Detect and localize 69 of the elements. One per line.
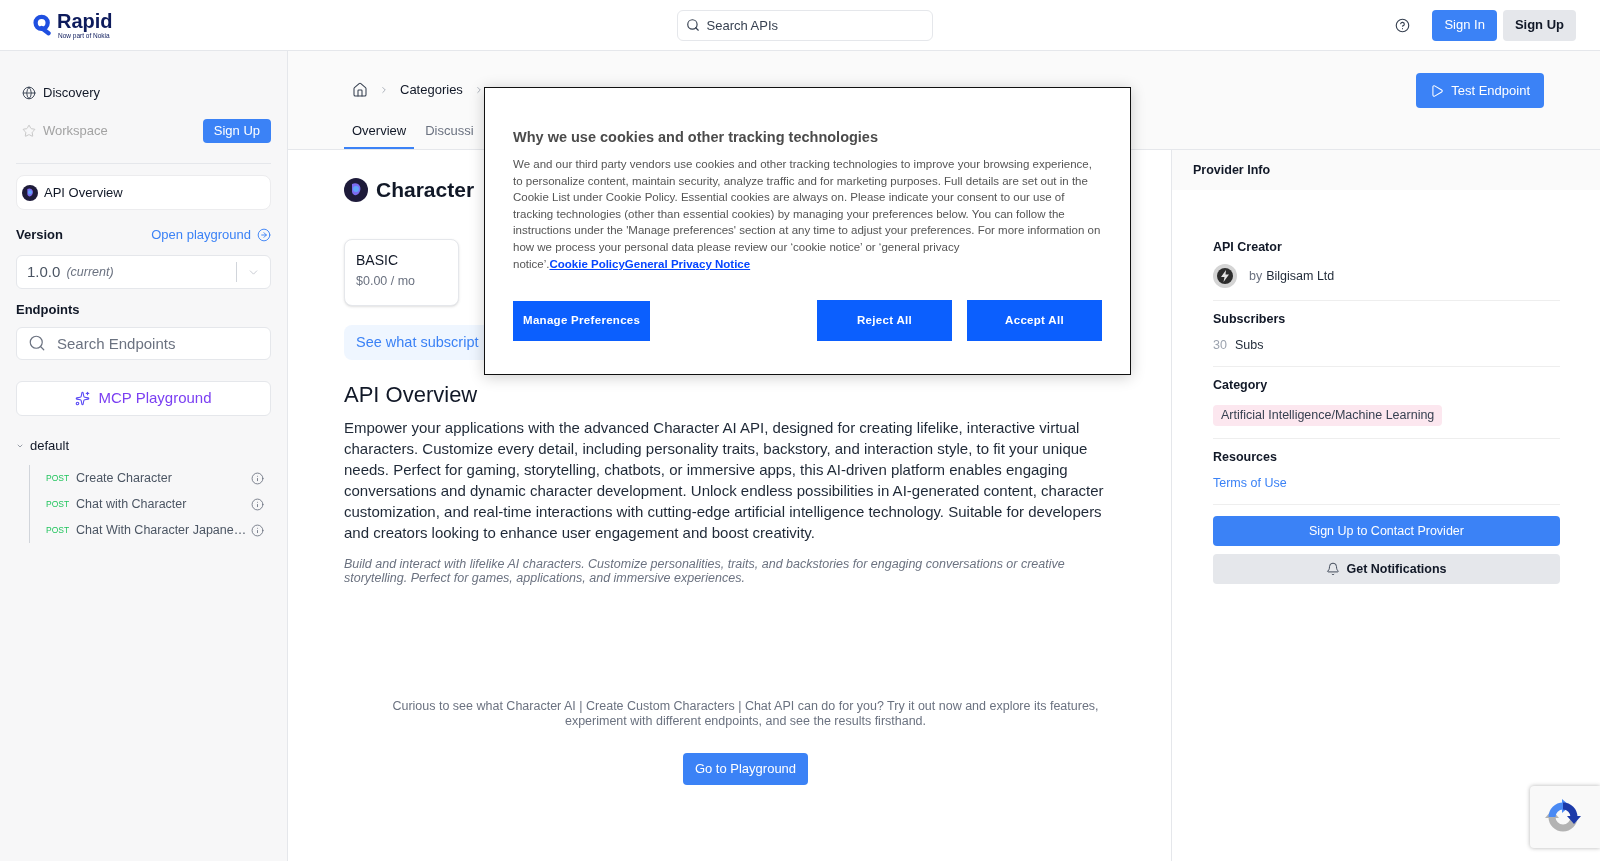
info-icon (251, 523, 264, 537)
creator-name[interactable]: Bilgisam Ltd (1266, 266, 1335, 286)
go-to-playground-button[interactable]: Go to Playground (682, 753, 809, 785)
mcp-playground-button[interactable]: MCP Playground (16, 381, 271, 416)
panel-button[interactable]: Sign Up to Contact Provider (1213, 516, 1560, 546)
version-select[interactable]: 1.0.0 (current) (16, 255, 271, 289)
arrow-right-circle-icon (257, 228, 271, 242)
api-overview-item[interactable]: API Overview (16, 175, 271, 210)
round-logo-icon (344, 178, 368, 202)
info-icon (251, 497, 264, 511)
subscription-banner-link[interactable]: See what subscript (344, 325, 484, 360)
floating-badge[interactable] (1530, 786, 1600, 848)
terms-link[interactable]: Terms of Use (1213, 473, 1287, 493)
dialog-button[interactable]: Manage Preferences (513, 300, 651, 341)
search-icon (685, 17, 700, 32)
header-button[interactable]: Sign Up (1502, 9, 1576, 41)
section-heading: API Overview (344, 381, 479, 409)
dialog-button[interactable]: Accept All (967, 300, 1102, 341)
section-label: API Creator (1213, 238, 1282, 256)
section-label: Subscribers (1213, 310, 1286, 328)
dialog-button[interactable]: Reject All (817, 300, 952, 341)
api-title: Character (376, 177, 475, 204)
endpoint-item[interactable]: POST Chat with Character (30, 491, 271, 517)
plan-price: $0.00 / mo (356, 273, 417, 290)
help-icon[interactable] (1395, 17, 1411, 33)
description-text: Empower your applications with the advanced Character AI API, designed for creating lifelike, interactive virtual characters. Customize every detail, including personality traits, backstory, and interaction style, to fit your unique needs. Perfect for gaming, storytelling, chatbots, or immersive apps, this AI-driven platform enables engaging conversations and dynamic character development. Unlock endless possibilities in AI-generated content, character customization, and real-time interactions with cutting-edge artificial intelligence technology. Suitable for developers and creators looking to enhance user engagement and boost creativity. (344, 418, 1105, 543)
endpoint-search-field[interactable]: Search Endpoints (16, 327, 271, 360)
category-tag[interactable]: Artificial Intelligence/Machine Learning (1213, 404, 1443, 426)
globe-icon (22, 86, 36, 100)
logo-text: Rapid (57, 10, 113, 32)
cta-text: Curious to see what Character AI | Create Custom Characters | Chat API can do for you? Try it out now and explore its features, experiment with different endpoints, and see the results firsthand. (391, 699, 1100, 728)
privacy-notice-link[interactable]: General Privacy Notice (624, 257, 751, 270)
section-label: Resources (1213, 448, 1277, 466)
subscriber-count: 30 (1213, 336, 1227, 354)
plan-name: BASIC (356, 251, 399, 269)
search-icon (28, 334, 46, 352)
endpoint-item[interactable]: POST Create Character (30, 465, 271, 491)
round-logo-icon (22, 184, 38, 201)
nav-item[interactable]: Discovery (16, 83, 107, 103)
group-toggle[interactable]: default (16, 436, 70, 456)
chevron-right-icon (379, 85, 389, 95)
logo-mark-icon (33, 14, 52, 36)
section-label: Category (1213, 376, 1268, 394)
endpoints-label: Endpoints (16, 301, 80, 320)
cookie-notice-text: We and our third party vendors use cookies and other tracking technologies to improve your browsing experience, to personalize content, maintain security, analyze traffic and for marketing purposes. Full details are set out in the Cookie List under Cookie Policy. Essential cookies are always on. Please indicate your consent to our use of tracking technologies (other than essential cookies) by managing your preferences below. You can follow the instructions under the 'Manage preferences' section at any time to adjust your preferences. For more information on how we process your personal data please review our ‘cookie notice’ or ‘general privacy notice’.Cookie PolicyGeneral Privacy Notice (513, 157, 1102, 272)
endpoint-item[interactable]: POST Chat With Character Japane… (30, 517, 271, 543)
search-field[interactable]: Search APIs (676, 9, 933, 41)
version-label: Version (16, 226, 63, 245)
subscriber-unit: Subs (1234, 336, 1264, 354)
signup-button[interactable]: Sign Up (202, 119, 271, 143)
home-icon[interactable] (352, 82, 368, 98)
dialog-title: Why we use cookies and other tracking technologies (513, 128, 879, 147)
panel-button[interactable]: Get Notifications (1213, 554, 1560, 584)
info-icon (251, 471, 264, 485)
star-icon (22, 124, 36, 138)
sparkles-icon (75, 391, 91, 406)
by-label: by (1249, 267, 1263, 285)
test-endpoint-button[interactable]: Test Endpoint (1416, 73, 1544, 108)
tab[interactable]: Discussi (417, 115, 482, 149)
bell-icon (1326, 562, 1341, 576)
panel-title: Provider Info (1193, 161, 1271, 179)
header-button[interactable]: Sign In (1432, 9, 1497, 41)
summary-text: Build and interact with lifelike AI characters. Customize personalities, traits, and backstories for engaging conversations or creative storytelling. Perfect for games, applications, and immersive experiences. (344, 557, 1066, 585)
breadcrumb-link[interactable]: Categories (400, 80, 463, 100)
pricing-card[interactable]: BASIC $0.00 / mo (344, 239, 459, 306)
open-playground-link[interactable]: Open playground (151, 225, 271, 245)
play-icon (1430, 83, 1445, 98)
lightning-logo-icon (1213, 264, 1237, 288)
cookie-policy-link[interactable]: Cookie Policy (549, 257, 625, 270)
